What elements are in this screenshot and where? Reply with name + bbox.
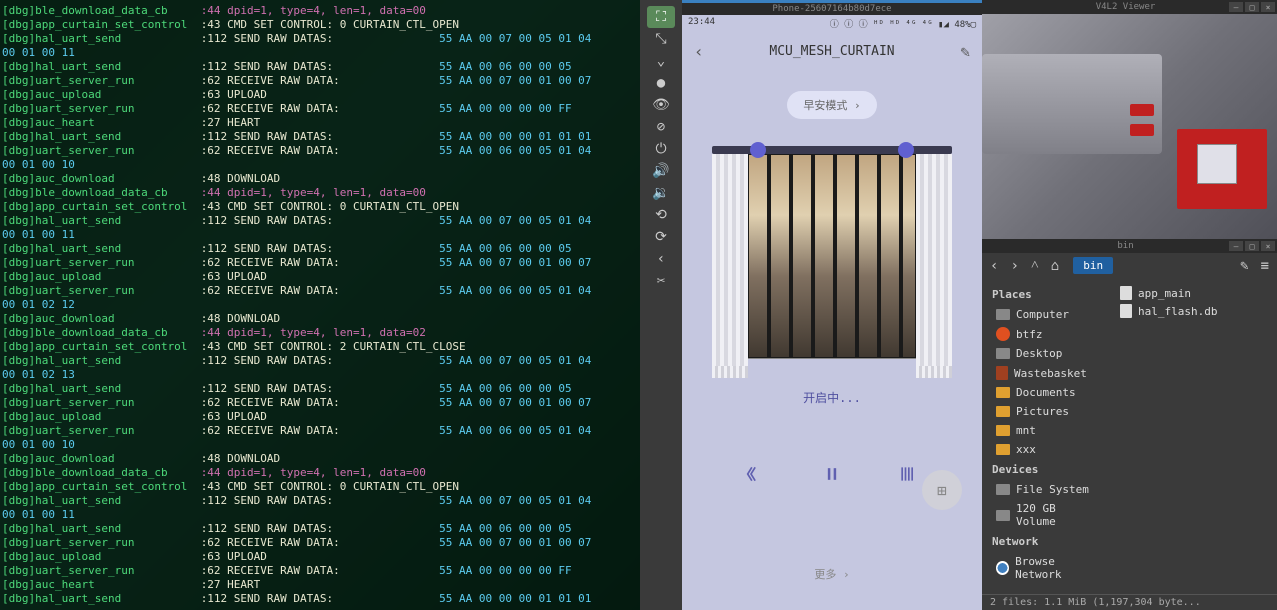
maximize-icon[interactable]: □ bbox=[1245, 2, 1259, 12]
fm-body: Places ComputerbtfzDesktopWastebasketDoc… bbox=[982, 278, 1277, 594]
curtain-status: 开启中... bbox=[803, 389, 861, 406]
curtain-handle-right[interactable] bbox=[898, 142, 914, 158]
phone-window-title: Phone-25607164b80d7ece bbox=[682, 0, 982, 15]
viewer-title-text: V4L2 Viewer bbox=[1096, 2, 1156, 12]
net-icon bbox=[996, 561, 1009, 575]
usb-hub bbox=[982, 54, 1162, 154]
close-button[interactable] bbox=[890, 456, 926, 492]
fm-title-text: bin bbox=[1022, 241, 1229, 251]
fm-titlebar: bin – □ × bbox=[982, 239, 1277, 253]
sidebar-icon-0[interactable]: ⛶ bbox=[647, 6, 675, 28]
devices-header: Devices bbox=[982, 459, 1112, 480]
edit-path-icon[interactable]: ✎ bbox=[1238, 258, 1250, 274]
window-view bbox=[748, 154, 916, 358]
comp-icon bbox=[996, 348, 1010, 359]
minimize-icon[interactable]: – bbox=[1229, 2, 1243, 12]
sidebar-icon-8[interactable]: 🔉 bbox=[647, 182, 675, 204]
terminal-pane[interactable]: [dbg]ble_download_data_cb :44 dpid=1, ty… bbox=[0, 0, 640, 610]
app-title: MCU_MESH_CURTAIN bbox=[769, 44, 894, 59]
sidebar-icon-5[interactable]: ⊘ bbox=[647, 116, 675, 138]
nav-back-icon[interactable]: ‹ bbox=[988, 258, 1000, 274]
camera-feed bbox=[982, 14, 1277, 239]
folder-icon bbox=[996, 387, 1010, 398]
open-button[interactable] bbox=[738, 456, 774, 492]
places-header: Places bbox=[982, 284, 1112, 305]
fire-icon bbox=[996, 327, 1010, 341]
sidebar-icon-9[interactable]: ⟲ bbox=[647, 204, 675, 226]
places-item[interactable]: Computer bbox=[982, 305, 1112, 324]
folder-icon bbox=[996, 406, 1010, 417]
places-item[interactable]: mnt bbox=[982, 421, 1112, 440]
curtain-left bbox=[712, 154, 748, 368]
log-output: [dbg]ble_download_data_cb :44 dpid=1, ty… bbox=[2, 4, 638, 606]
maximize-icon[interactable]: □ bbox=[1245, 241, 1259, 251]
sidebar-icon-1[interactable]: ⤡ bbox=[647, 28, 675, 50]
sidebar-icon-4[interactable]: 👁 bbox=[647, 94, 675, 116]
path-breadcrumb[interactable]: bin bbox=[1073, 257, 1113, 274]
places-item[interactable]: xxx bbox=[982, 440, 1112, 459]
viewer-titlebar: V4L2 Viewer – □ × bbox=[982, 0, 1277, 14]
fm-toolbar: ‹ › ˄ ⌂ bin ✎ ≡ bbox=[982, 253, 1277, 278]
sidebar-icon-12[interactable]: ✂ bbox=[647, 270, 675, 292]
file-icon bbox=[1120, 304, 1132, 318]
comp-icon bbox=[996, 484, 1010, 495]
usb-port bbox=[1130, 104, 1154, 116]
fab-grid-icon[interactable]: ⊞ bbox=[922, 470, 962, 510]
back-icon[interactable]: ‹ bbox=[694, 42, 704, 61]
scrcpy-sidebar: ⛶⤡⌄●👁⊘⏻🔊🔉⟲⟳‹✂ bbox=[640, 0, 682, 610]
devices-item[interactable]: 120 GB Volume bbox=[982, 499, 1112, 531]
file-item[interactable]: hal_flash.db bbox=[1120, 302, 1269, 320]
trash-icon bbox=[996, 366, 1008, 380]
sidebar-icon-6[interactable]: ⏻ bbox=[647, 138, 675, 160]
places-item[interactable]: Documents bbox=[982, 383, 1112, 402]
dev-board bbox=[1177, 129, 1267, 209]
app-body: 早安模式 › 开启中... ⊞ 更多 › bbox=[682, 71, 982, 610]
close-icon[interactable]: × bbox=[1261, 241, 1275, 251]
fm-statusbar: 2 files: 1.1 MiB (1,197,304 byte... bbox=[982, 594, 1277, 610]
mode-badge[interactable]: 早安模式 › bbox=[787, 91, 876, 119]
right-column: V4L2 Viewer – □ × bin – □ × ‹ › ˄ ⌂ bin … bbox=[982, 0, 1277, 610]
more-link[interactable]: 更多 › bbox=[814, 566, 849, 582]
sidebar-icon-2[interactable]: ⌄ bbox=[647, 50, 675, 72]
menu-icon[interactable]: ≡ bbox=[1259, 258, 1271, 274]
folder-icon bbox=[996, 444, 1010, 455]
minimize-icon[interactable]: – bbox=[1229, 241, 1243, 251]
sidebar-icon-7[interactable]: 🔊 bbox=[647, 160, 675, 182]
nav-forward-icon[interactable]: › bbox=[1008, 258, 1020, 274]
pause-button[interactable] bbox=[814, 456, 850, 492]
fm-content[interactable]: app_mainhal_flash.db bbox=[1112, 278, 1277, 594]
devices-item[interactable]: File System bbox=[982, 480, 1112, 499]
places-item[interactable]: Desktop bbox=[982, 344, 1112, 363]
status-time: 23:44 bbox=[688, 17, 715, 30]
phone-mirror-window: Phone-25607164b80d7ece 23:44 ⓘ ⓘ ⓘ ᴴᴰ ᴴᴰ… bbox=[682, 0, 982, 610]
sidebar-icon-11[interactable]: ‹ bbox=[647, 248, 675, 270]
file-icon bbox=[1120, 286, 1132, 300]
phone-status-bar: 23:44 ⓘ ⓘ ⓘ ᴴᴰ ᴴᴰ ⁴ᴳ ⁴ᴳ ▮◢ 48%▢ bbox=[682, 15, 982, 32]
edit-icon[interactable]: ✎ bbox=[960, 42, 970, 61]
curtain-right bbox=[916, 154, 952, 368]
network-item[interactable]: Browse Network bbox=[982, 552, 1112, 584]
control-row bbox=[738, 456, 926, 492]
comp-icon bbox=[996, 510, 1010, 521]
curtain-handle-left[interactable] bbox=[750, 142, 766, 158]
app-header: ‹ MCU_MESH_CURTAIN ✎ bbox=[682, 32, 982, 71]
curtain-rail bbox=[712, 146, 952, 154]
nav-up-icon[interactable]: ˄ bbox=[1029, 257, 1041, 274]
chip bbox=[1197, 144, 1237, 184]
comp-icon bbox=[996, 309, 1010, 320]
sidebar-icon-10[interactable]: ⟳ bbox=[647, 226, 675, 248]
file-item[interactable]: app_main bbox=[1120, 284, 1269, 302]
nav-home-icon[interactable]: ⌂ bbox=[1049, 258, 1061, 274]
close-icon[interactable]: × bbox=[1261, 2, 1275, 12]
status-icons: ⓘ ⓘ ⓘ ᴴᴰ ᴴᴰ ⁴ᴳ ⁴ᴳ ▮◢ 48%▢ bbox=[830, 17, 976, 30]
folder-icon bbox=[996, 425, 1010, 436]
places-item[interactable]: btfz bbox=[982, 324, 1112, 344]
sidebar-icon-3[interactable]: ● bbox=[647, 72, 675, 94]
places-item[interactable]: Wastebasket bbox=[982, 363, 1112, 383]
usb-port bbox=[1130, 124, 1154, 136]
curtain-visual bbox=[717, 149, 947, 359]
places-item[interactable]: Pictures bbox=[982, 402, 1112, 421]
fm-sidebar: Places ComputerbtfzDesktopWastebasketDoc… bbox=[982, 278, 1112, 594]
network-header: Network bbox=[982, 531, 1112, 552]
